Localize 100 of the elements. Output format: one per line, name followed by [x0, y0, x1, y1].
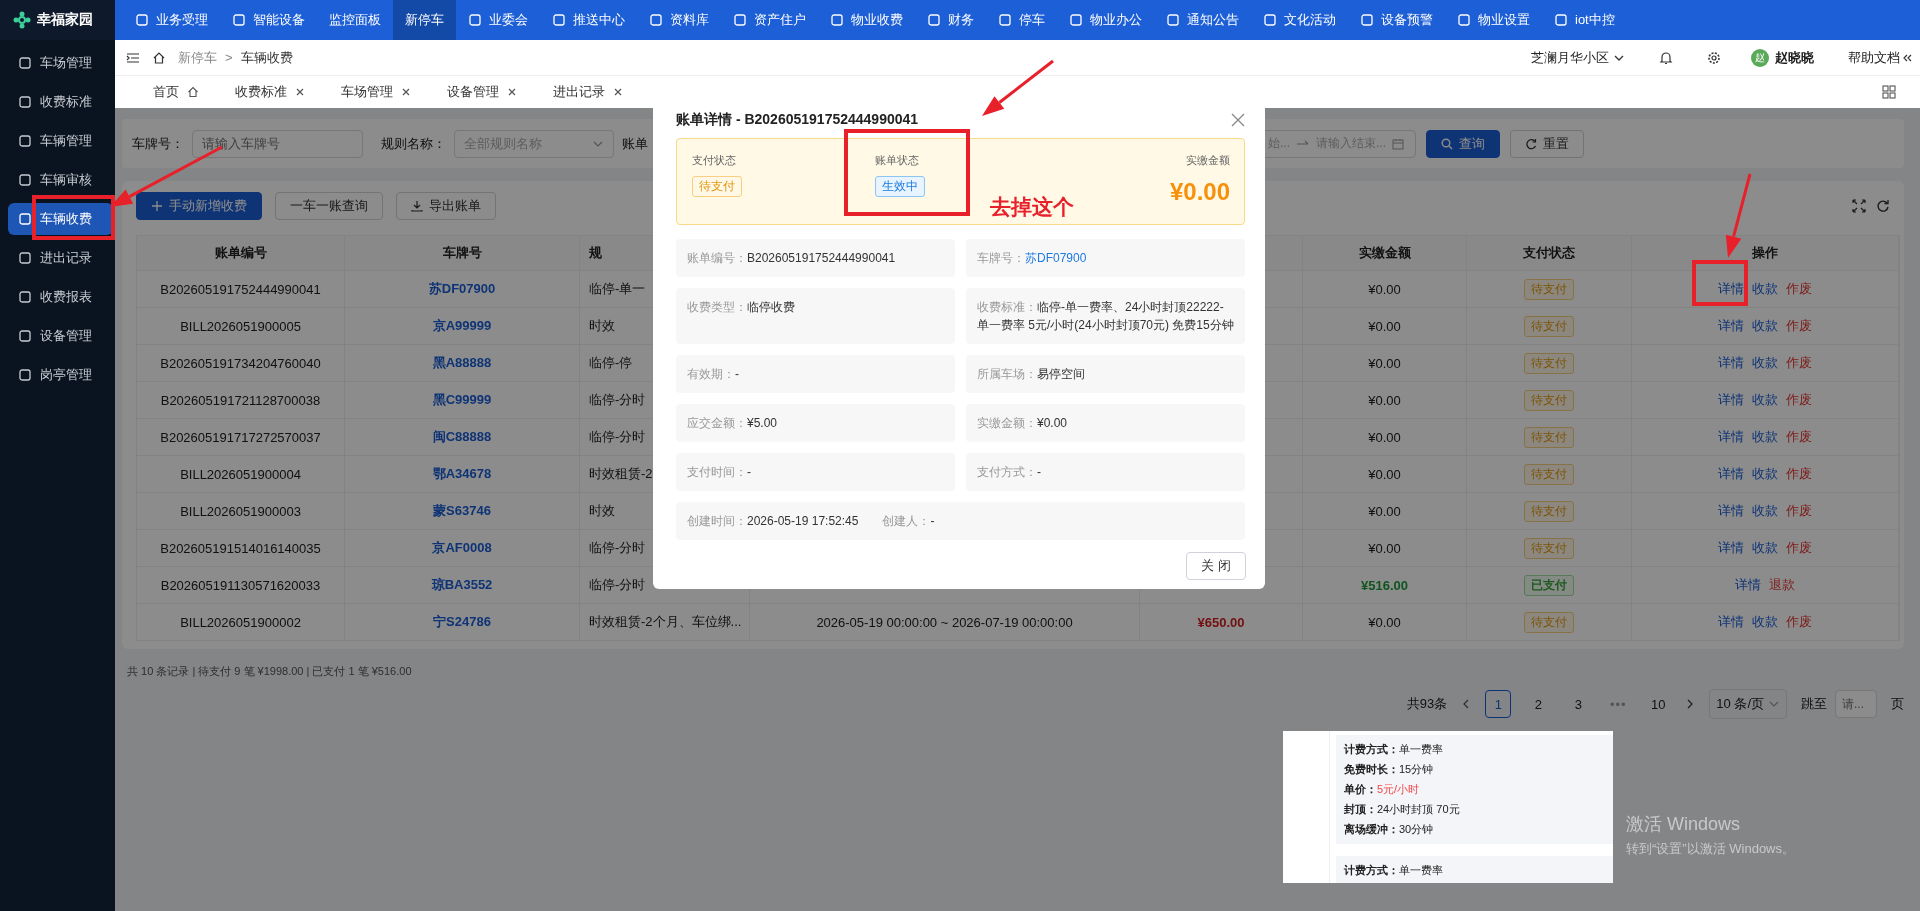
- action-link[interactable]: 作废: [1786, 613, 1812, 631]
- nav-menu-item[interactable]: iot中控: [1542, 0, 1627, 40]
- community-selector[interactable]: 芝澜月华小区: [1531, 48, 1625, 67]
- action-link[interactable]: 收款: [1752, 465, 1778, 483]
- page-jump-field[interactable]: 请...: [1835, 690, 1877, 718]
- action-link[interactable]: 退款: [1769, 576, 1795, 594]
- close-icon[interactable]: [1231, 113, 1245, 127]
- action-link[interactable]: 详情: [1718, 317, 1744, 335]
- page-tab[interactable]: 首页: [135, 76, 217, 108]
- action-link[interactable]: 详情: [1718, 502, 1744, 520]
- plate-link[interactable]: 闽C88888: [432, 428, 492, 446]
- page-number[interactable]: 2: [1525, 690, 1552, 718]
- action-link[interactable]: 详情: [1718, 539, 1744, 557]
- plate-link[interactable]: 苏DF07900: [428, 280, 496, 298]
- rule-info-line: 免费时长：15分钟: [1344, 762, 1435, 777]
- action-link[interactable]: 收款: [1752, 391, 1778, 409]
- plate-link[interactable]: 京A99999: [432, 317, 492, 335]
- action-link[interactable]: 收款: [1752, 539, 1778, 557]
- action-link[interactable]: 作废: [1786, 317, 1812, 335]
- page-number[interactable]: 3: [1565, 690, 1592, 718]
- close-button[interactable]: 关 闭: [1186, 552, 1246, 580]
- nav-menu-item[interactable]: 设备预警: [1348, 0, 1445, 40]
- breadcrumb-link[interactable]: 新停车: [178, 48, 217, 67]
- nav-menu-item[interactable]: 物业办公: [1057, 0, 1154, 40]
- nav-menu-item[interactable]: 财务: [915, 0, 986, 40]
- nav-menu-item[interactable]: 新停车: [393, 0, 456, 40]
- sidebar-item[interactable]: 进出记录: [8, 242, 113, 274]
- plate-link[interactable]: 蒙S63746: [433, 502, 491, 520]
- sidebar-item[interactable]: 车辆审核: [8, 164, 113, 196]
- sidebar-item[interactable]: 岗亭管理: [8, 359, 113, 391]
- export-button[interactable]: 导出账单: [396, 191, 496, 220]
- action-link[interactable]: 收款: [1752, 354, 1778, 372]
- nav-menu-item[interactable]: 智能设备: [220, 0, 317, 40]
- action-link[interactable]: 详情: [1718, 465, 1744, 483]
- page-tab[interactable]: 设备管理: [429, 76, 535, 108]
- page-tab[interactable]: 收费标准: [217, 76, 323, 108]
- user-name[interactable]: 赵晓晓: [1775, 48, 1814, 67]
- action-link[interactable]: 作废: [1786, 391, 1812, 409]
- page-number[interactable]: 10: [1645, 690, 1672, 718]
- add-fee-button[interactable]: 手动新增收费: [136, 191, 262, 220]
- nav-menu-item[interactable]: 业务受理: [123, 0, 220, 40]
- sidebar-item[interactable]: 车辆收费: [8, 203, 113, 235]
- page-tab[interactable]: 进出记录: [535, 76, 641, 108]
- action-link[interactable]: 收款: [1752, 317, 1778, 335]
- plate-link[interactable]: 京AF0008: [432, 539, 492, 557]
- sidebar-item[interactable]: 车场管理: [8, 47, 113, 79]
- help-docs-link[interactable]: 帮助文档: [1848, 48, 1912, 67]
- plate-link[interactable]: 琼BA3552: [431, 576, 493, 594]
- plate-link[interactable]: 苏DF07900: [1025, 251, 1087, 265]
- action-link[interactable]: 详情: [1718, 391, 1744, 409]
- nav-menu-item[interactable]: 文化活动: [1251, 0, 1348, 40]
- action-link[interactable]: 作废: [1786, 428, 1812, 446]
- nav-menu-item[interactable]: 资产住户: [721, 0, 818, 40]
- reset-button[interactable]: 重置: [1510, 129, 1584, 158]
- sidebar-item[interactable]: 车辆管理: [8, 125, 113, 157]
- action-link[interactable]: 收款: [1752, 502, 1778, 520]
- action-link[interactable]: 作废: [1786, 465, 1812, 483]
- nav-menu-item[interactable]: 监控面板: [317, 0, 393, 40]
- action-link[interactable]: 详情: [1718, 280, 1744, 298]
- sidebar-item[interactable]: 收费报表: [8, 281, 113, 313]
- page-number[interactable]: 1: [1485, 690, 1512, 718]
- sidebar-item[interactable]: 设备管理: [8, 320, 113, 352]
- close-icon: [507, 87, 517, 97]
- nav-menu-item[interactable]: 停车: [986, 0, 1057, 40]
- table-cell: B202605191752444990041: [160, 281, 321, 297]
- action-link[interactable]: 详情: [1735, 576, 1761, 594]
- action-link[interactable]: 详情: [1718, 428, 1744, 446]
- plate-link[interactable]: 黑A88888: [432, 354, 492, 372]
- status-tag: 待支付: [1524, 389, 1574, 411]
- action-link[interactable]: 详情: [1718, 354, 1744, 372]
- rule-info-line: 单价：5元/小时: [1344, 782, 1421, 797]
- action-link[interactable]: 作废: [1786, 539, 1812, 557]
- query-button[interactable]: 一车一账查询: [275, 191, 383, 220]
- plate-link[interactable]: 黑C99999: [432, 391, 492, 409]
- nav-menu-item[interactable]: 物业设置: [1445, 0, 1542, 40]
- action-link[interactable]: 收款: [1752, 613, 1778, 631]
- action-link[interactable]: 收款: [1752, 428, 1778, 446]
- table-cell: B202605191514016140035: [160, 540, 321, 556]
- page-ellipsis[interactable]: •••: [1605, 690, 1632, 718]
- page-size-select[interactable]: 10 条/页: [1709, 689, 1787, 719]
- nav-menu-item[interactable]: 推送中心: [540, 0, 637, 40]
- action-link[interactable]: 作废: [1786, 354, 1812, 372]
- filter-label: 账单: [622, 134, 648, 153]
- nav-menu-item[interactable]: 物业收费: [818, 0, 915, 40]
- nav-menu-item[interactable]: 资料库: [637, 0, 721, 40]
- sidebar-item[interactable]: 收费标准: [8, 86, 113, 118]
- user-avatar[interactable]: 赵: [1751, 48, 1769, 67]
- plate-link[interactable]: 宁S24786: [433, 613, 491, 631]
- action-link[interactable]: 作废: [1786, 502, 1812, 520]
- square-icon: [18, 251, 32, 265]
- action-link[interactable]: 作废: [1786, 280, 1812, 298]
- table-cell: ¥516.00: [1361, 577, 1408, 593]
- nav-menu-item[interactable]: 通知公告: [1154, 0, 1251, 40]
- page-tab[interactable]: 车场管理: [323, 76, 429, 108]
- status-tag: 待支付: [1524, 352, 1574, 374]
- action-link[interactable]: 收款: [1752, 280, 1778, 298]
- search-button[interactable]: 查询: [1426, 129, 1500, 158]
- nav-menu-item[interactable]: 业委会: [456, 0, 540, 40]
- plate-link[interactable]: 鄂A34678: [432, 465, 492, 483]
- action-link[interactable]: 详情: [1718, 613, 1744, 631]
